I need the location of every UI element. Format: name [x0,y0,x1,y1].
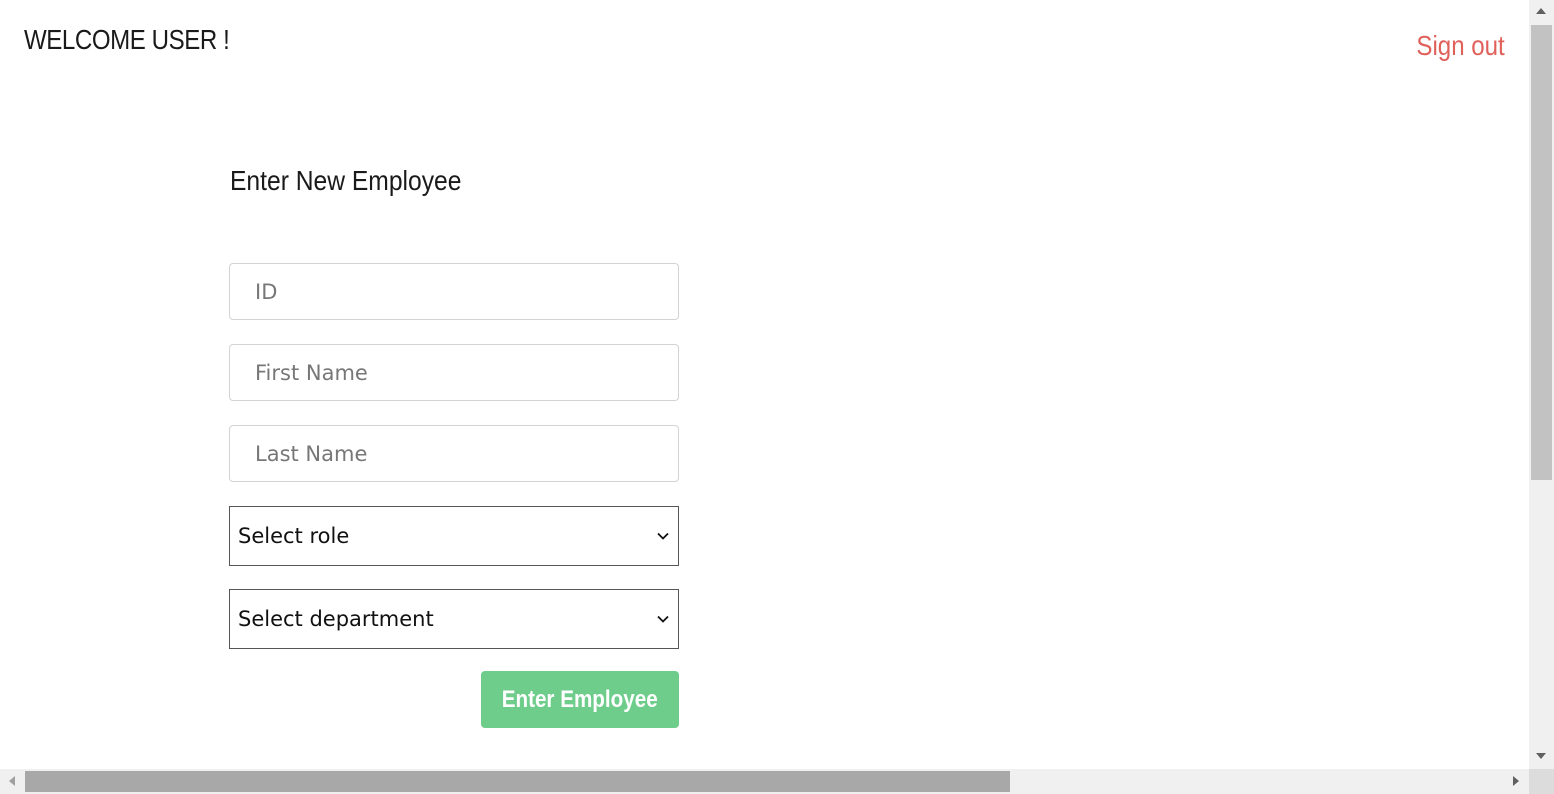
horizontal-scroll-thumb[interactable] [25,771,1010,792]
page-viewport: WELCOME USER ! Sign out Enter New Employ… [0,0,1529,769]
sign-out-link[interactable]: Sign out [1417,30,1505,62]
horizontal-scrollbar[interactable] [0,769,1529,794]
department-select-value: Select department [238,607,434,631]
role-select[interactable]: Select role [229,506,679,566]
role-select-value: Select role [238,524,350,548]
scroll-right-arrow-icon[interactable] [1513,776,1519,786]
chevron-down-icon [657,532,669,540]
enter-employee-label: Enter Employee [501,685,659,713]
scrollbar-corner [1529,769,1554,794]
scroll-left-arrow-icon[interactable] [9,776,15,786]
last-name-input[interactable] [229,425,679,482]
welcome-heading: WELCOME USER ! [24,24,230,55]
scroll-down-arrow-icon[interactable] [1536,753,1546,759]
form-title: Enter New Employee [230,165,462,196]
scroll-up-arrow-icon[interactable] [1536,8,1546,14]
enter-employee-button[interactable]: Enter Employee [481,671,679,728]
vertical-scrollbar[interactable] [1529,0,1554,769]
first-name-input[interactable] [229,344,679,401]
vertical-scroll-thumb[interactable] [1531,25,1552,480]
department-select[interactable]: Select department [229,589,679,649]
chevron-down-icon [657,615,669,623]
id-input[interactable] [229,263,679,320]
